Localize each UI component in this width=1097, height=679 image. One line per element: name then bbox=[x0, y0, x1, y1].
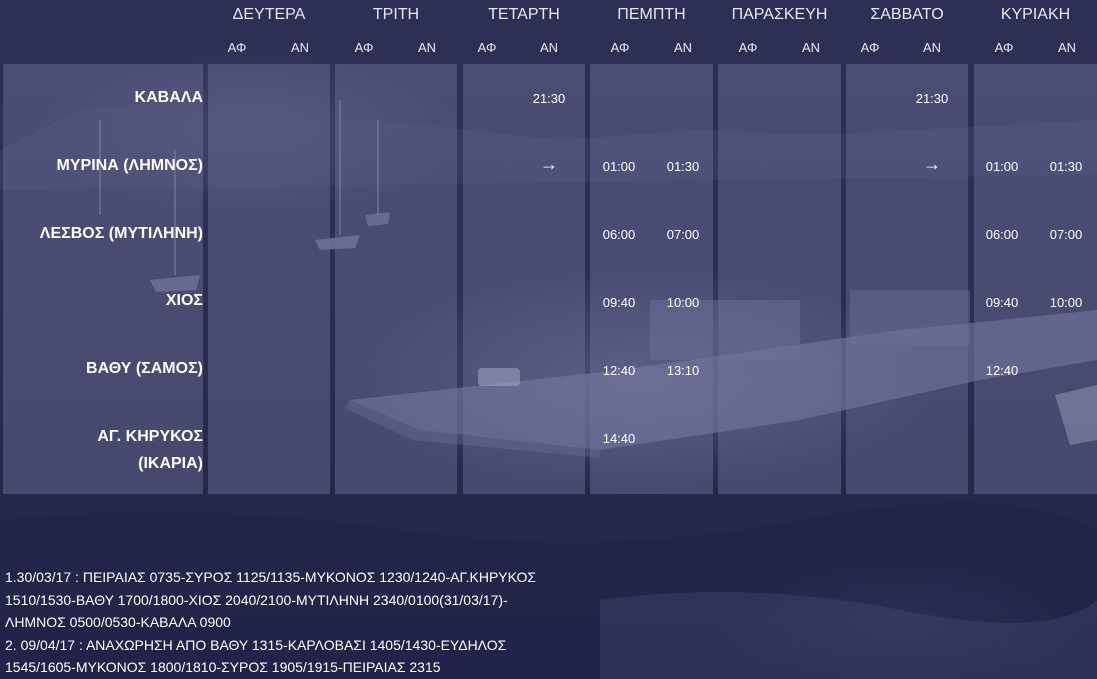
kavala-wednesday-arrival: 21:30 bbox=[532, 91, 566, 106]
port-names-column: ΚΑΒΑΛΑ ΜΥΡΙΝΑ (ΛΗΜΝΟΣ) ΛΕΣΒΟΣ (ΜΥΤΙΛΗΝΗ)… bbox=[3, 64, 203, 494]
note-line: 1545/1605-ΜΥΚΟΝΟΣ 1800/1810-ΣΥΡΟΣ 1905/1… bbox=[5, 659, 441, 675]
departure-label: ΑΦ bbox=[738, 40, 758, 55]
port-vathy: ΒΑΘΥ (ΣΑΜΟΣ) bbox=[86, 360, 203, 377]
schedule-notes: 1.30/03/17 : ΠΕΙΡΑΙΑΣ 0735-ΣΥΡΟΣ 1125/11… bbox=[5, 566, 1005, 679]
chios-sunday-departure: 09:40 bbox=[985, 295, 1019, 310]
departure-label: ΑΦ bbox=[994, 40, 1014, 55]
day-name: ΚΥΡΙΑΚΗ bbox=[1000, 6, 1071, 23]
vathy-thursday-departure: 12:40 bbox=[602, 363, 636, 378]
lesvos-thursday-departure: 06:00 bbox=[602, 227, 636, 242]
header-monday: ΔΕΥΤΕΡΑ ΑΦ ΑΝ bbox=[208, 0, 330, 60]
port-agios-kirykos: ΑΓ. ΚΗΡΥΚΟΣ (ΙΚΑΡΙΑ) bbox=[13, 423, 203, 477]
departure-label: ΑΦ bbox=[354, 40, 374, 55]
arrival-label: ΑΝ bbox=[539, 40, 559, 55]
departure-label: ΑΦ bbox=[860, 40, 880, 55]
note-line: 1510/1530-ΒΑΘΥ 1700/1800-ΧΙΟΣ 2040/2100-… bbox=[5, 591, 508, 608]
arrival-label: ΑΝ bbox=[417, 40, 437, 55]
chios-sunday-arrival: 10:00 bbox=[1049, 295, 1083, 310]
lesvos-sunday-departure: 06:00 bbox=[985, 227, 1019, 242]
note-line: 2. 09/04/17 : ΑΝΑΧΩΡΗΣΗ ΑΠΟ ΒΑΘΥ 1315-ΚΑ… bbox=[5, 636, 507, 653]
note-line: 1.30/03/17 : ΠΕΙΡΑΙΑΣ 0735-ΣΥΡΟΣ 1125/11… bbox=[5, 569, 537, 585]
departure-label: ΑΦ bbox=[477, 40, 497, 55]
chios-thursday-departure: 09:40 bbox=[602, 295, 636, 310]
day-name: ΠΑΡΑΣΚΕΥΗ bbox=[731, 6, 828, 23]
port-kavala: ΚΑΒΑΛΑ bbox=[134, 89, 203, 106]
chios-thursday-arrival: 10:00 bbox=[666, 295, 700, 310]
note-line: ΛΗΜΝΟΣ 0500/0530-ΚΑΒΑΛΑ 0900 bbox=[5, 614, 231, 630]
departure-label: ΑΦ bbox=[610, 40, 630, 55]
day-name: ΔΕΥΤΕΡΑ bbox=[232, 6, 306, 23]
header-wednesday: ΤΕΤΑΡΤΗ ΑΦ ΑΝ bbox=[463, 0, 585, 60]
arrival-label: ΑΝ bbox=[290, 40, 310, 55]
column-sunday bbox=[974, 64, 1097, 494]
port-myrina: ΜΥΡΙΝΑ (ΛΗΜΝΟΣ) bbox=[56, 157, 203, 174]
myrina-saturday-continue-arrow: → bbox=[923, 154, 941, 174]
myrina-sunday-arrival: 01:30 bbox=[1049, 159, 1083, 174]
day-name: ΤΡΙΤΗ bbox=[372, 6, 420, 23]
header-friday: ΠΑΡΑΣΚΕΥΗ ΑΦ ΑΝ bbox=[718, 0, 841, 60]
arrival-label: ΑΝ bbox=[922, 40, 942, 55]
arrival-label: ΑΝ bbox=[1057, 40, 1077, 55]
kavala-saturday-arrival: 21:30 bbox=[915, 91, 949, 106]
port-chios: ΧΙΟΣ bbox=[165, 292, 203, 309]
port-agios-kirykos-line2: (ΙΚΑΡΙΑ) bbox=[138, 455, 203, 472]
header-saturday: ΣΑΒΒΑΤΟ ΑΦ ΑΝ bbox=[846, 0, 968, 60]
column-saturday bbox=[846, 64, 968, 494]
column-friday bbox=[718, 64, 841, 494]
header-thursday: ΠΕΜΠΤΗ ΑΦ ΑΝ bbox=[590, 0, 713, 60]
vathy-sunday-departure: 12:40 bbox=[985, 363, 1019, 378]
header-tuesday: ΤΡΙΤΗ ΑΦ ΑΝ bbox=[335, 0, 457, 60]
kirykos-thursday-departure: 14:40 bbox=[602, 431, 636, 446]
myrina-thursday-departure: 01:00 bbox=[602, 159, 636, 174]
day-name: ΣΑΒΒΑΤΟ bbox=[870, 6, 944, 23]
vathy-thursday-arrival: 13:10 bbox=[666, 363, 700, 378]
arrival-label: ΑΝ bbox=[801, 40, 821, 55]
myrina-sunday-departure: 01:00 bbox=[985, 159, 1019, 174]
arrival-label: ΑΝ bbox=[673, 40, 693, 55]
column-thursday bbox=[590, 64, 713, 494]
lesvos-thursday-arrival: 07:00 bbox=[666, 227, 700, 242]
column-wednesday bbox=[463, 64, 585, 494]
lesvos-sunday-arrival: 07:00 bbox=[1049, 227, 1083, 242]
column-monday bbox=[208, 64, 330, 494]
port-lesvos: ΛΕΣΒΟΣ (ΜΥΤΙΛΗΝΗ) bbox=[39, 225, 203, 242]
port-agios-kirykos-line1: ΑΓ. ΚΗΡΥΚΟΣ bbox=[97, 428, 203, 445]
myrina-thursday-arrival: 01:30 bbox=[666, 159, 700, 174]
column-tuesday bbox=[335, 64, 457, 494]
header-sunday: ΚΥΡΙΑΚΗ ΑΦ ΑΝ bbox=[974, 0, 1097, 60]
day-name: ΤΕΤΑΡΤΗ bbox=[488, 6, 560, 23]
day-name: ΠΕΜΠΤΗ bbox=[617, 6, 686, 23]
myrina-wednesday-continue-arrow: → bbox=[540, 154, 558, 174]
departure-label: ΑΦ bbox=[227, 40, 247, 55]
